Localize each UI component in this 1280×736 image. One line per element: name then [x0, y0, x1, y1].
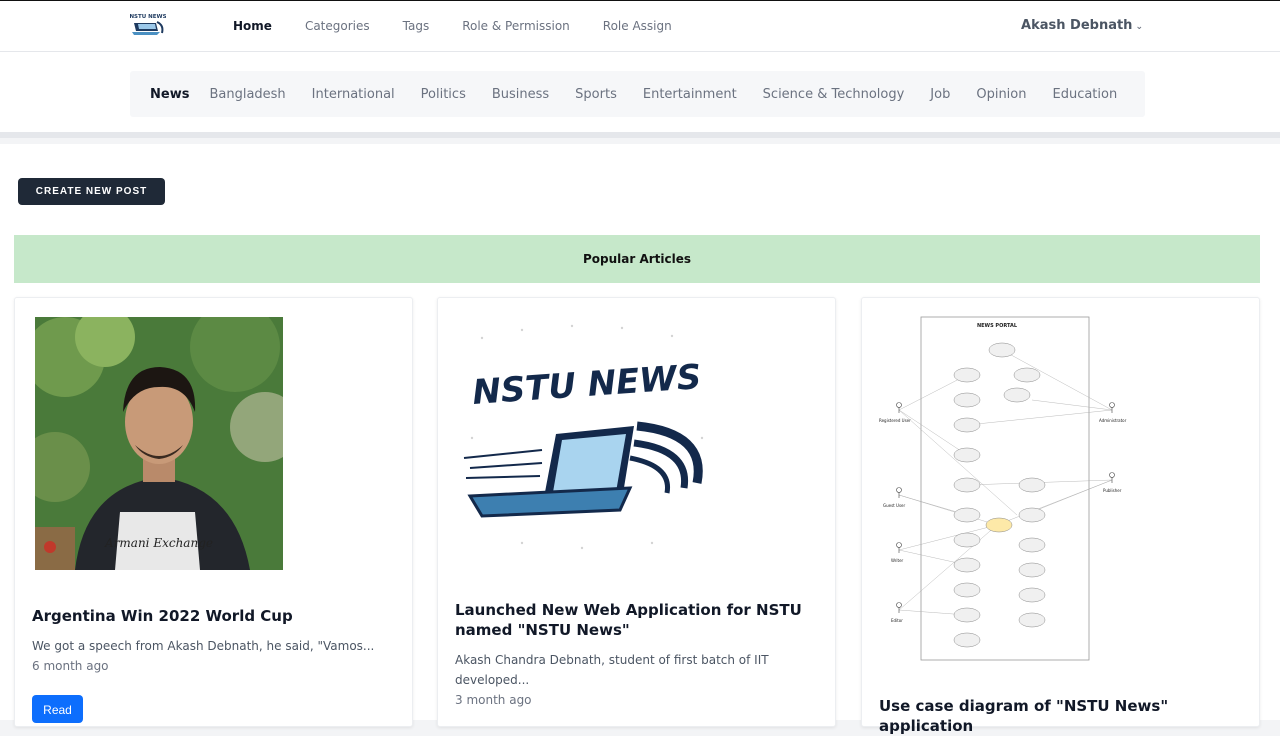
top-navbar: NSTU NEWS Home Categories Tags Role & Pe…	[0, 0, 1280, 54]
nav-role-permission[interactable]: Role & Permission	[462, 1, 570, 53]
article-image-portrait[interactable]: Armani Exchange	[35, 317, 283, 570]
category-bar-wrapper: News Bangladesh International Politics B…	[0, 52, 1280, 138]
nav-categories[interactable]: Categories	[305, 1, 370, 53]
category-bar: News Bangladesh International Politics B…	[130, 71, 1145, 117]
category-entertainment[interactable]: Entertainment	[643, 87, 737, 102]
actor-label: Editor	[891, 618, 903, 623]
category-politics[interactable]: Politics	[421, 87, 466, 102]
category-news[interactable]: News	[150, 87, 189, 102]
category-science-technology[interactable]: Science & Technology	[763, 87, 905, 102]
actor-label: Administrator	[1099, 418, 1127, 423]
user-name: Akash Debnath	[1021, 18, 1133, 33]
article-excerpt: We got a speech from Akash Debnath, he s…	[32, 639, 375, 653]
article-time: 6 month ago	[32, 659, 109, 673]
nav-role-assign[interactable]: Role Assign	[603, 1, 672, 53]
actor-label: Registered User	[879, 418, 911, 423]
category-education[interactable]: Education	[1052, 87, 1117, 102]
category-business[interactable]: Business	[492, 87, 549, 102]
category-job[interactable]: Job	[930, 87, 950, 102]
actor-label: Writer	[891, 558, 904, 563]
article-image-nstu-logo[interactable]: NSTU NEWS	[462, 318, 712, 558]
actor-label: Publisher	[1103, 488, 1122, 493]
chevron-down-icon: ⌄	[1135, 22, 1143, 32]
popular-articles-heading: Popular Articles	[14, 235, 1260, 283]
category-opinion[interactable]: Opinion	[976, 87, 1026, 102]
actor-label: Guest User	[883, 503, 905, 508]
svg-text:NSTU NEWS: NSTU NEWS	[130, 14, 166, 20]
main-content: CREATE NEW POST Popular Articles Armani …	[0, 144, 1280, 735]
article-excerpt: Akash Chandra Debnath, student of first …	[455, 653, 769, 687]
article-card: NSTU NEWS Launched New Web Application f…	[437, 297, 836, 727]
article-card: NEWS PORTAL Registered User Guest User W…	[861, 297, 1260, 735]
article-image-use-case-diagram[interactable]: NEWS PORTAL Registered User Guest User W…	[877, 315, 1127, 662]
article-time: 3 month ago	[455, 693, 532, 707]
article-title[interactable]: Use case diagram of "NSTU News" applicat…	[879, 696, 1239, 736]
article-card: Armani Exchange Argentina Win 2022 World…	[14, 297, 413, 727]
category-international[interactable]: International	[312, 87, 395, 102]
read-button[interactable]: Read	[32, 695, 83, 723]
create-new-post-button[interactable]: CREATE NEW POST	[18, 178, 165, 205]
shirt-print-text: Armani Exchange	[104, 536, 213, 550]
category-bangladesh[interactable]: Bangladesh	[209, 87, 285, 102]
category-sports[interactable]: Sports	[575, 87, 617, 102]
user-menu[interactable]: Akash Debnath ⌄	[1021, 1, 1143, 51]
nav-tags[interactable]: Tags	[403, 1, 430, 53]
nav-home[interactable]: Home	[230, 1, 275, 54]
site-logo[interactable]: NSTU NEWS	[129, 11, 167, 39]
main-nav: Home Categories Tags Role & Permission R…	[230, 1, 705, 54]
diagram-title: NEWS PORTAL	[977, 323, 1018, 329]
article-title[interactable]: Launched New Web Application for NSTU na…	[455, 600, 815, 640]
article-title[interactable]: Argentina Win 2022 World Cup	[32, 606, 392, 626]
